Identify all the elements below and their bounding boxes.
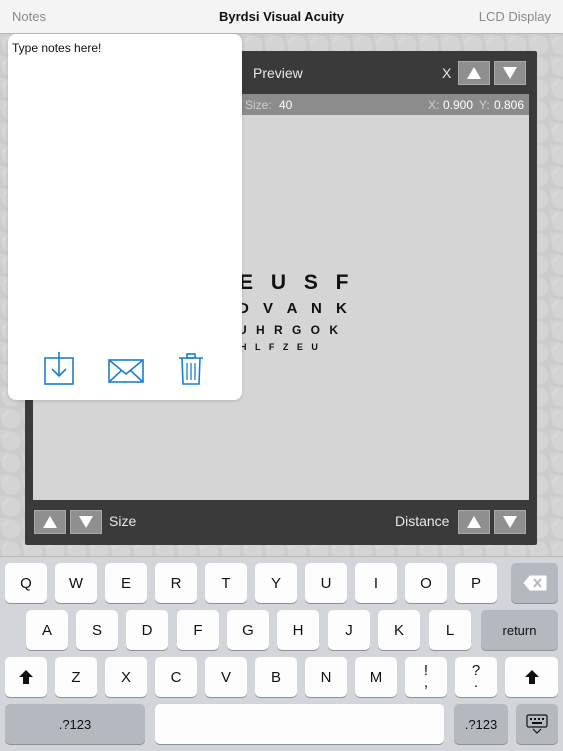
key-y[interactable]: Y	[255, 563, 297, 603]
arrow-up-icon	[467, 67, 481, 79]
chart-row-3: U H R G O K	[238, 323, 342, 337]
hide-keyboard-key[interactable]	[516, 704, 558, 744]
key-c[interactable]: C	[155, 657, 197, 697]
key-w[interactable]: W	[55, 563, 97, 603]
key-x[interactable]: X	[105, 657, 147, 697]
y-label: Y:	[479, 98, 490, 112]
key-n[interactable]: N	[305, 657, 347, 697]
x-down-button[interactable]	[494, 61, 526, 85]
space-key[interactable]	[155, 704, 444, 744]
key-v[interactable]: V	[205, 657, 247, 697]
shift-left-key[interactable]	[5, 657, 47, 697]
key-g[interactable]: G	[227, 610, 269, 650]
key-u[interactable]: U	[305, 563, 347, 603]
distance-up-button[interactable]	[458, 510, 490, 534]
distance-control-label: Distance	[395, 513, 450, 529]
key-q[interactable]: Q	[5, 563, 47, 603]
key-j[interactable]: J	[328, 610, 370, 650]
arrow-down-icon	[503, 67, 517, 79]
key-exclamation-comma[interactable]: ! ,	[405, 657, 447, 697]
key-b[interactable]: B	[255, 657, 297, 697]
numbers-right-key[interactable]: .?123	[454, 704, 508, 744]
key-z[interactable]: Z	[55, 657, 97, 697]
size-down-button[interactable]	[70, 510, 102, 534]
x-value: 0.900	[443, 98, 474, 112]
distance-down-button[interactable]	[494, 510, 526, 534]
key-d[interactable]: D	[126, 610, 168, 650]
size-label: Size:	[245, 98, 272, 112]
key-o[interactable]: O	[405, 563, 447, 603]
backspace-icon	[522, 575, 546, 591]
size-control-label: Size	[109, 513, 137, 529]
key-k[interactable]: K	[378, 610, 420, 650]
trash-icon[interactable]	[178, 352, 204, 386]
key-period: .	[473, 674, 479, 691]
size-up-button[interactable]	[34, 510, 66, 534]
delete-key[interactable]	[511, 563, 558, 603]
key-p[interactable]: P	[455, 563, 497, 603]
arrow-up-icon	[467, 516, 481, 528]
save-icon[interactable]	[42, 352, 76, 386]
lcd-display-button[interactable]: LCD Display	[479, 9, 551, 24]
key-i[interactable]: I	[355, 563, 397, 603]
key-l[interactable]: L	[429, 610, 471, 650]
arrow-up-icon	[43, 516, 57, 528]
numbers-left-key[interactable]: .?123	[5, 704, 145, 744]
axis-label: X	[442, 65, 452, 81]
arrow-down-icon	[79, 516, 93, 528]
keyboard-dismiss-icon	[526, 714, 548, 734]
chart-row-2: D V A N K	[238, 300, 352, 317]
key-s[interactable]: S	[76, 610, 118, 650]
notes-textarea[interactable]: Type notes here!	[12, 41, 101, 55]
preview-title: Preview	[253, 65, 303, 81]
key-e[interactable]: E	[105, 563, 147, 603]
preview-footer: Size Distance	[25, 500, 537, 545]
x-up-button[interactable]	[458, 61, 490, 85]
key-f[interactable]: F	[177, 610, 219, 650]
key-comma: ,	[423, 674, 429, 691]
nav-bar: Notes Byrdsi Visual Acuity LCD Display	[0, 0, 563, 34]
return-key[interactable]: return	[481, 610, 558, 650]
key-r[interactable]: R	[155, 563, 197, 603]
size-value: 40	[279, 98, 293, 112]
key-question-period[interactable]: ? .	[455, 657, 497, 697]
chart-row-4: H L F Z E U	[240, 342, 321, 352]
key-m[interactable]: M	[355, 657, 397, 697]
shift-icon	[19, 670, 33, 684]
y-value: 0.806	[494, 98, 525, 112]
shift-icon	[524, 670, 539, 684]
keyboard: Q W E R T Y U I O P A S D F G H J K L re…	[0, 556, 563, 751]
arrow-down-icon	[503, 516, 517, 528]
shift-right-key[interactable]	[505, 657, 558, 697]
key-h[interactable]: H	[277, 610, 319, 650]
key-t[interactable]: T	[205, 563, 247, 603]
mail-icon[interactable]	[108, 352, 144, 386]
x-label: X:	[428, 98, 440, 112]
notes-popover: Type notes here!	[8, 34, 242, 400]
chart-row-1: E U S F	[239, 271, 355, 294]
key-a[interactable]: A	[26, 610, 68, 650]
